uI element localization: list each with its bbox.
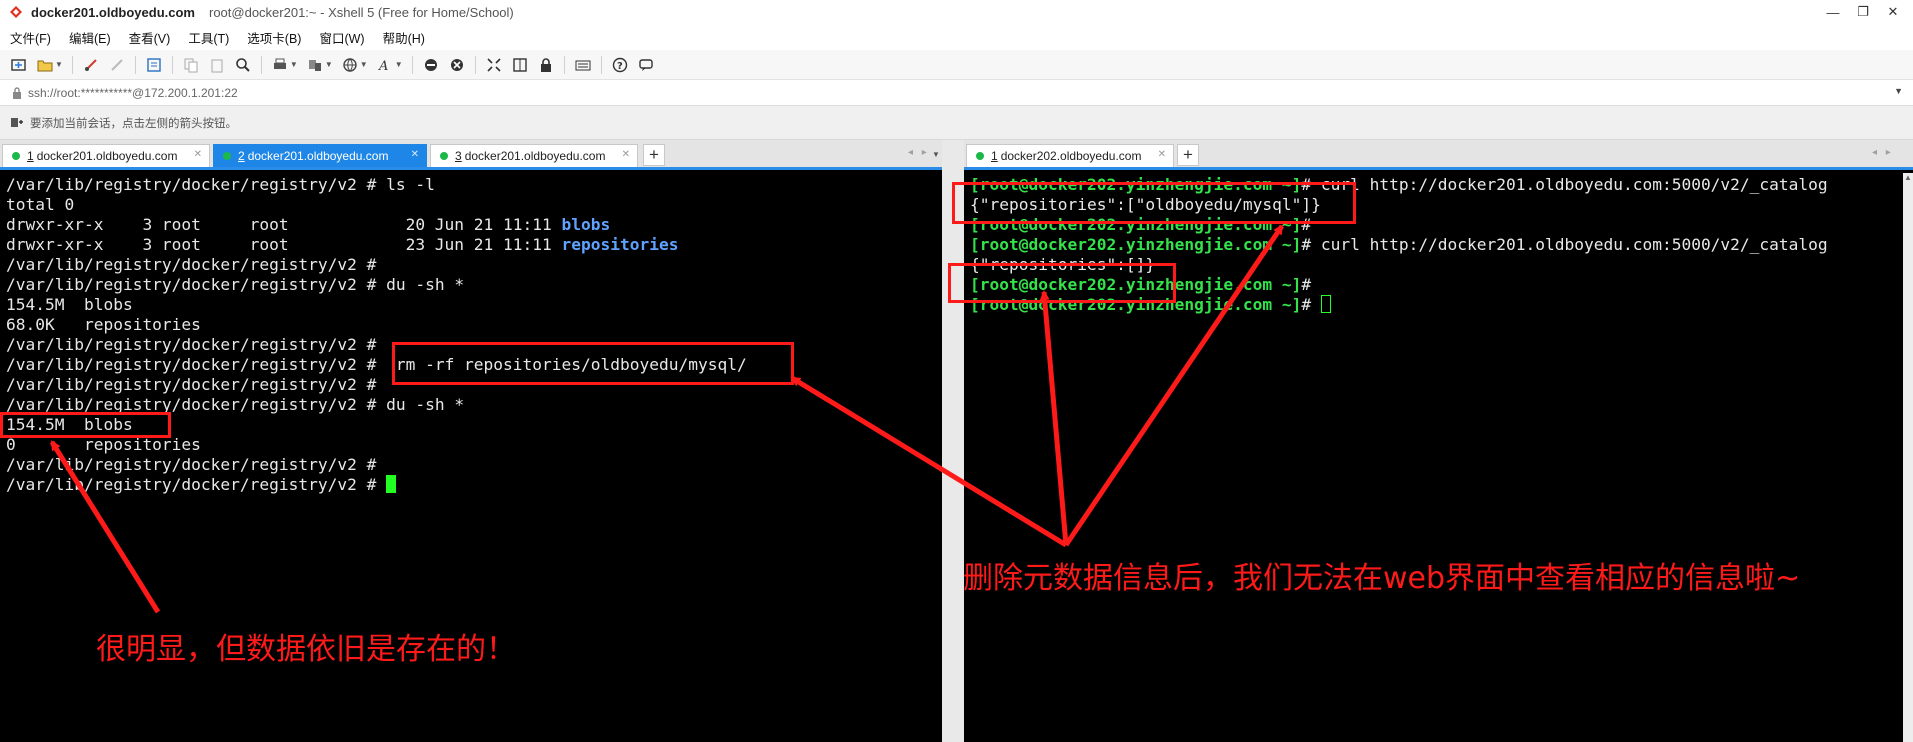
- arrow-to-empty-catalog: [1039, 290, 1069, 546]
- arrow-to-mysql-catalog: [1063, 224, 1285, 547]
- arrow-to-blobs: [49, 440, 161, 614]
- annotation-left-text: 很明显，但数据依旧是存在的！: [96, 632, 516, 667]
- annotation-right-text: 删除元数据信息后，我们无法在web界面中查看相应的信息啦~: [963, 561, 1801, 596]
- arrow-to-rm-command: [790, 375, 1068, 548]
